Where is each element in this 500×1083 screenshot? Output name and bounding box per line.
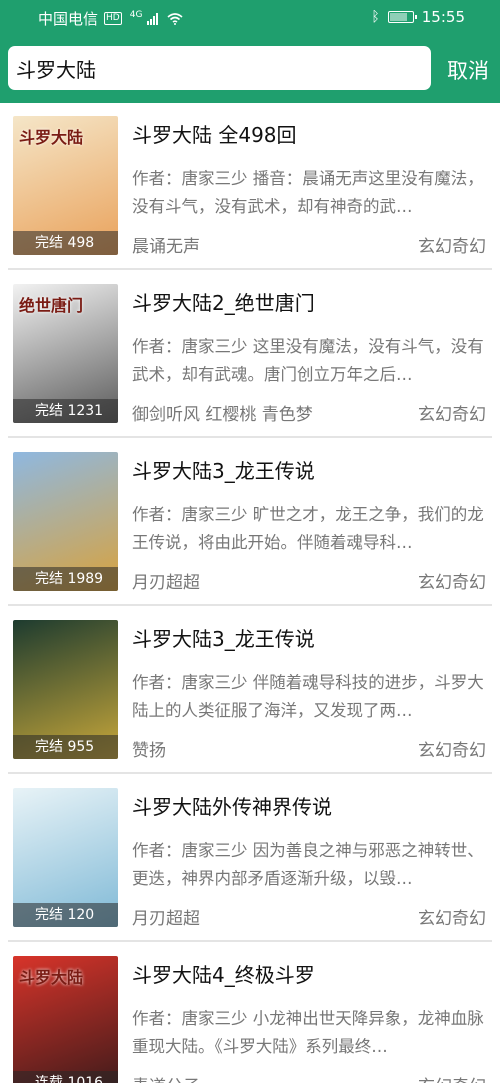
book-narrator: 御剑听风 红樱桃 青色梦: [132, 405, 313, 425]
wifi-icon: [167, 12, 183, 25]
episode-count-badge: 完结 1989: [13, 567, 118, 591]
book-title: 斗罗大陆2_绝世唐门: [132, 291, 315, 315]
book-genre-tag: 玄幻奇幻: [418, 405, 486, 425]
book-description: 作者：唐家三少 小龙神出世天降异象，龙神血脉重现大陆。《斗罗大陆》系列最终…: [132, 1009, 484, 1056]
book-cover-image[interactable]: 完结 955: [13, 620, 118, 759]
book-genre-tag: 玄幻奇幻: [418, 741, 486, 761]
book-list-item[interactable]: 斗罗大陆连载 1016 斗罗大陆4_终极斗罗作者：唐家三少 小龙神出世天降异象，龙…: [8, 943, 492, 1083]
book-description: 作者：唐家三少 这里没有魔法，没有斗气，没有武术，却有武魂。唐门创立万年之后…: [132, 337, 484, 384]
book-genre-tag: 玄幻奇幻: [418, 909, 486, 929]
network-type: 4G: [129, 9, 143, 20]
book-cover-image[interactable]: 完结 120: [13, 788, 118, 927]
book-description: 作者：唐家三少 播音：晨诵无声这里没有魔法，没有斗气，没有武术，却有神奇的武…: [132, 169, 484, 216]
app-header: 中国电信 HD 4G ᛒ 15:55 取消: [0, 0, 500, 103]
battery-icon: [387, 11, 417, 23]
status-left: 中国电信 HD 4G: [38, 8, 183, 29]
book-title: 斗罗大陆 全498回: [132, 123, 297, 147]
clock: 15:55: [421, 8, 465, 26]
book-description: 作者：唐家三少 旷世之才，龙王之争，我们的龙王传说，将由此开始。伴随着魂导科…: [132, 505, 484, 552]
book-narrator: 月刃超超: [132, 573, 200, 593]
book-title: 斗罗大陆3_龙王传说: [132, 627, 315, 651]
episode-count-badge: 完结 120: [13, 903, 118, 927]
search-input[interactable]: [16, 46, 431, 90]
book-list-item[interactable]: 完结 120 斗罗大陆外传神界传说作者：唐家三少 因为善良之神与邪恶之神转世、更迭…: [8, 775, 492, 942]
book-title: 斗罗大陆4_终极斗罗: [132, 963, 315, 987]
cover-art-text: 斗罗大陆: [19, 968, 84, 987]
book-cover-image[interactable]: 完结 1989: [13, 452, 118, 591]
book-genre-tag: 玄幻奇幻: [418, 237, 486, 257]
episode-count-badge: 连载 1016: [13, 1071, 118, 1083]
hd-badge: HD: [104, 12, 122, 25]
book-list-item[interactable]: 斗罗大陆完结 498 斗罗大陆 全498回作者：唐家三少 播音：晨诵无声这里没有魔…: [8, 103, 492, 270]
cover-art-text: 斗罗大陆: [19, 128, 84, 147]
book-cover-image[interactable]: 斗罗大陆完结 498: [13, 116, 118, 255]
book-genre-tag: 玄幻奇幻: [418, 573, 486, 593]
book-genre-tag: 玄幻奇幻: [418, 1072, 486, 1083]
cancel-button[interactable]: 取消: [447, 55, 489, 85]
book-description: 作者：唐家三少 因为善良之神与邪恶之神转世、更迭，神界内部矛盾逐渐升级，以毁…: [132, 841, 484, 888]
book-title: 斗罗大陆外传神界传说: [132, 795, 332, 819]
status-right: ᛒ 15:55: [371, 8, 465, 26]
search-box[interactable]: [8, 46, 431, 90]
book-narrator: 晨诵无声: [132, 237, 200, 257]
status-bar: 中国电信 HD 4G ᛒ 15:55: [0, 0, 500, 36]
book-title: 斗罗大陆3_龙王传说: [132, 459, 315, 483]
book-narrator: 青道公子: [132, 1072, 200, 1083]
cover-art-text: 绝世唐门: [19, 296, 84, 315]
book-narrator: 月刃超超: [132, 909, 200, 929]
episode-count-badge: 完结 1231: [13, 399, 118, 423]
carrier-label: 中国电信: [38, 10, 99, 28]
book-description: 作者：唐家三少 伴随着魂导科技的进步，斗罗大陆上的人类征服了海洋，又发现了两…: [132, 673, 484, 720]
book-list-item[interactable]: 绝世唐门完结 1231 斗罗大陆2_绝世唐门作者：唐家三少 这里没有魔法，没有斗气…: [8, 271, 492, 438]
bluetooth-icon: ᛒ: [371, 9, 380, 25]
episode-count-badge: 完结 955: [13, 735, 118, 759]
book-narrator: 赞扬: [132, 741, 166, 761]
book-cover-image[interactable]: 斗罗大陆连载 1016: [13, 956, 118, 1083]
book-cover-image[interactable]: 绝世唐门完结 1231: [13, 284, 118, 423]
book-list-item[interactable]: 完结 1989 斗罗大陆3_龙王传说作者：唐家三少 旷世之才，龙王之争，我们的龙王…: [8, 439, 492, 606]
episode-count-badge: 完结 498: [13, 231, 118, 255]
signal-icon: [147, 12, 159, 25]
book-list-item[interactable]: 完结 955 斗罗大陆3_龙王传说作者：唐家三少 伴随着魂导科技的进步，斗罗大陆上…: [8, 607, 492, 774]
